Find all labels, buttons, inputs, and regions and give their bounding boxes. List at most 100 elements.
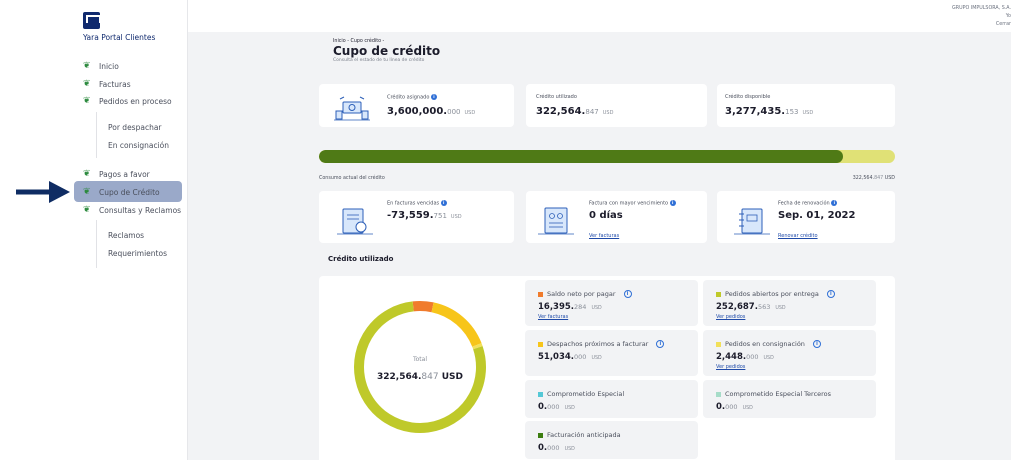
- pedidos-consignacion-card: Pedidos en consignación i 2,448.000 USD Ve…: [703, 330, 876, 376]
- comprometido-especial-label: Comprometido Especial: [547, 390, 625, 398]
- info-icon[interactable]: i: [656, 340, 665, 348]
- facturas-vencidas-card: En facturas vencidas i -73,559.751 USD: [319, 191, 514, 243]
- facturacion-anticipada-card: Facturación anticipada 0.000 USD: [525, 421, 698, 459]
- pointer-arrow-icon: [16, 181, 70, 203]
- sidebar-item-cupo[interactable]: ❦ Cupo de Crédito: [83, 186, 160, 198]
- info-icon[interactable]: i: [430, 94, 437, 100]
- legend-swatch: [716, 291, 721, 297]
- sidebar: Yara Portal Clientes ❦ Inicio ❦ Facturas ❦…: [0, 0, 188, 460]
- sidebar-item-requerimientos[interactable]: Requerimientos: [108, 249, 167, 258]
- sidebar-item-facturas[interactable]: ❦ Facturas: [83, 78, 131, 90]
- invoice-overdue-icon: [337, 208, 373, 235]
- leaf-icon: ❦: [83, 169, 91, 179]
- mayor-vencimiento-card: Factura con mayor vencimiento i 0 días V…: [526, 191, 707, 243]
- ver-pedidos-link[interactable]: Ver pedidos: [716, 364, 745, 370]
- page-subtitle: Consulta el estado de tu línea de crédit…: [333, 58, 425, 63]
- facturacion-anticipada-label: Facturación anticipada: [547, 431, 621, 439]
- user-menu[interactable]: Yo: [1006, 14, 1011, 19]
- sidebar-item-reclamos[interactable]: Reclamos: [108, 231, 144, 240]
- credito-asignado-value: 3,600,000.000 USD: [387, 106, 476, 117]
- info-icon[interactable]: i: [440, 200, 447, 206]
- sidebar-item-por-despachar[interactable]: Por despachar: [108, 123, 162, 132]
- saldo-neto-value: 16,395.284 USD: [538, 302, 602, 312]
- submenu-divider: [96, 220, 97, 268]
- comprometido-especial-value: 0.000 USD: [538, 402, 575, 412]
- legend-swatch: [716, 391, 721, 397]
- comprometido-terceros-value: 0.000 USD: [716, 402, 753, 412]
- donut-total-value: 322,564.847 USD: [376, 372, 463, 382]
- sidebar-item-inicio[interactable]: ❦ Inicio: [83, 60, 119, 72]
- notebook-icon: [734, 208, 770, 235]
- sidebar-item-pedidos[interactable]: ❦ Pedidos en proceso: [83, 95, 172, 107]
- credito-utilizado-title: Crédito utilizado: [328, 255, 394, 263]
- despachos-card: Despachos próximos a facturar i 51,034.00…: [525, 330, 698, 376]
- pedidos-abiertos-value: 252,687.563 USD: [716, 302, 786, 312]
- legend-swatch: [716, 341, 721, 347]
- leaf-icon: ❦: [83, 61, 91, 71]
- donut-total-label: Total: [412, 356, 427, 363]
- sidebar-item-pagos[interactable]: ❦ Pagos a favor: [83, 168, 150, 180]
- renovar-credito-link[interactable]: Renovar crédito: [778, 233, 818, 239]
- credito-utilizado-label: Crédito utilizado: [536, 94, 577, 100]
- page-title: Cupo de crédito: [333, 44, 441, 58]
- yara-logo[interactable]: [83, 12, 101, 29]
- sidebar-item-en-consignacion[interactable]: En consignación: [108, 141, 169, 150]
- credit-usage-donut: [354, 301, 486, 433]
- fecha-renovacion-value: Sep. 01, 2022: [778, 210, 856, 221]
- credito-utilizado-card: Crédito utilizado 322,564.847 USD: [526, 84, 707, 127]
- donut-segment-saldo: [412, 301, 434, 313]
- sidebar-item-consultas[interactable]: ❦ Consultas y Reclamos: [83, 204, 181, 216]
- credito-disponible-label: Crédito disponible: [725, 94, 771, 100]
- legend-swatch: [538, 391, 543, 397]
- info-icon[interactable]: i: [669, 200, 676, 206]
- document-people-icon: [538, 207, 574, 235]
- fecha-renovacion-label: Fecha de renovación: [778, 200, 830, 207]
- leaf-icon: ❦: [83, 79, 91, 89]
- credito-utilizado-value: 322,564.847 USD: [536, 106, 614, 117]
- fecha-renovacion-card: Fecha de renovación i Sep. 01, 2022 Reno…: [717, 191, 895, 243]
- legend-swatch: [538, 341, 543, 347]
- pedidos-consignacion-value: 2,448.000 USD: [716, 352, 774, 362]
- ver-facturas-link[interactable]: Ver facturas: [538, 314, 568, 320]
- credit-usage-progress: [319, 150, 895, 163]
- consumo-value: 322,564.847 USD: [852, 176, 895, 181]
- leaf-icon: ❦: [83, 96, 91, 106]
- mayor-vencimiento-value: 0 días: [589, 210, 623, 221]
- legend-swatch: [538, 432, 543, 438]
- comprometido-terceros-label: Comprometido Especial Terceros: [725, 390, 832, 398]
- portal-title: Yara Portal Clientes: [83, 33, 156, 42]
- info-icon[interactable]: i: [812, 340, 821, 348]
- logout-link[interactable]: Cerrar: [996, 22, 1011, 27]
- info-icon[interactable]: i: [831, 200, 838, 206]
- saldo-neto-label: Saldo neto por pagar: [547, 290, 616, 298]
- credito-asignado-label: Crédito asignado: [387, 94, 430, 101]
- legend-swatch: [538, 291, 543, 297]
- ver-pedidos-link[interactable]: Ver pedidos: [716, 314, 745, 320]
- donut-segment-despachos: [431, 302, 482, 347]
- credito-asignado-card: Crédito asignado i 3,600,000.000 USD: [319, 84, 514, 127]
- credito-disponible-card: Crédito disponible 3,277,435.153 USD: [717, 84, 895, 127]
- facturas-vencidas-label: En facturas vencidas: [387, 200, 440, 207]
- pedidos-consignacion-label: Pedidos en consignación: [725, 340, 805, 348]
- top-header: GRUPO IMPULSORA, S.A. Yo Cerrar: [188, 0, 1011, 32]
- leaf-icon: ❦: [83, 205, 91, 215]
- info-icon[interactable]: i: [623, 290, 632, 298]
- mayor-vencimiento-label: Factura con mayor vencimiento: [589, 200, 669, 207]
- company-name: GRUPO IMPULSORA, S.A.: [952, 6, 1011, 11]
- saldo-neto-card: Saldo neto por pagar i 16,395.284 USD Ver …: [525, 280, 698, 326]
- money-cycle-icon: [334, 96, 370, 121]
- submenu-divider: [96, 112, 97, 158]
- facturas-vencidas-value: -73,559.751 USD: [387, 210, 462, 221]
- credit-usage-fill: [319, 150, 844, 163]
- donut-segment-consignacion: [472, 343, 483, 350]
- leaf-icon: ❦: [83, 187, 91, 197]
- pedidos-abiertos-card: Pedidos abiertos por entrega i 252,687.56…: [703, 280, 876, 326]
- ver-facturas-link[interactable]: Ver facturas: [589, 233, 619, 239]
- consumo-label: Consumo actual del crédito: [319, 176, 385, 181]
- pedidos-abiertos-label: Pedidos abiertos por entrega: [725, 290, 819, 298]
- info-icon[interactable]: i: [826, 290, 835, 298]
- despachos-label: Despachos próximos a facturar: [547, 340, 649, 348]
- despachos-value: 51,034.000 USD: [538, 352, 602, 362]
- credito-disponible-value: 3,277,435.153 USD: [725, 106, 814, 117]
- comprometido-terceros-card: Comprometido Especial Terceros 0.000 USD: [703, 380, 876, 418]
